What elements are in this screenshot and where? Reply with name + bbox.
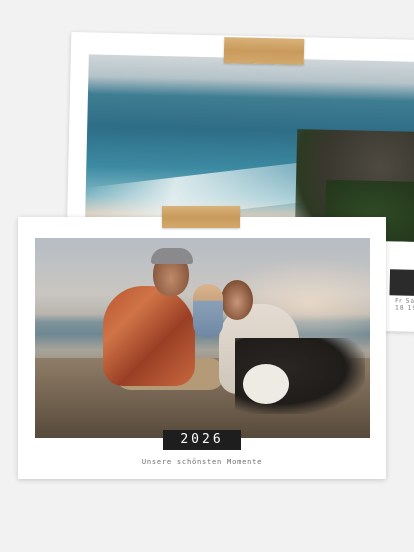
back-calendar-grid: Fr Sa 18 19 — [395, 297, 414, 312]
dog-white-patch — [243, 364, 289, 404]
calendar-date: 19 — [407, 304, 414, 312]
front-calendar-cover: 2026 Unsere schönsten Momente — [18, 217, 386, 479]
family-beach-photo — [35, 238, 370, 438]
calendar-date: 18 — [394, 304, 405, 312]
washi-tape-back — [223, 37, 305, 65]
child-figure — [193, 284, 223, 338]
cover-subtitle: Unsere schönsten Momente — [141, 458, 263, 466]
washi-tape-front — [162, 206, 240, 228]
coastline-photo — [84, 54, 414, 243]
back-page-edge — [389, 269, 414, 296]
father-cap — [151, 248, 193, 264]
year-badge: 2026 — [163, 430, 241, 450]
mother-head — [221, 280, 253, 320]
father-figure — [103, 286, 195, 386]
